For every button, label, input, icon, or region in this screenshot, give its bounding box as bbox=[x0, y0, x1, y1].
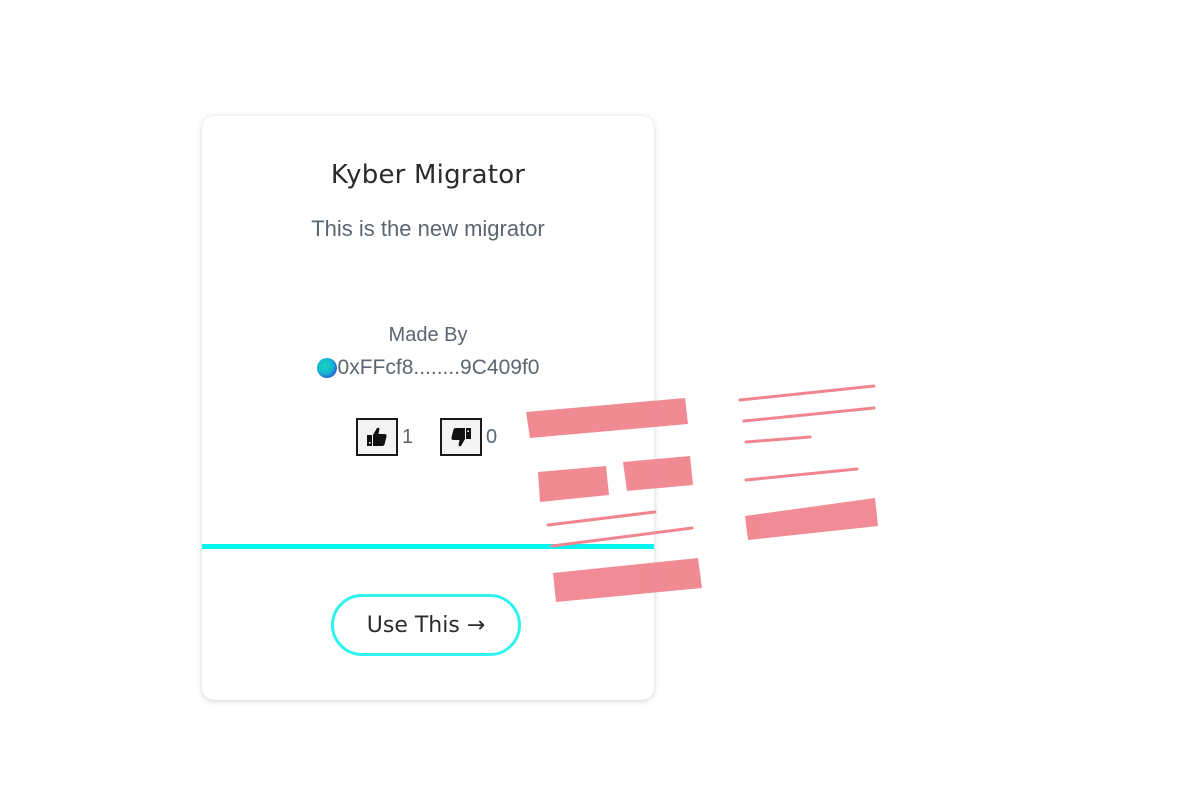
redaction-mark bbox=[745, 498, 878, 540]
card-description: This is the new migrator bbox=[311, 216, 545, 241]
avatar-icon bbox=[316, 358, 337, 378]
author-address[interactable]: 0xFFcf8........9C409f0 bbox=[338, 356, 540, 380]
thumbs-up-icon bbox=[367, 427, 387, 446]
redaction-line bbox=[744, 435, 812, 444]
thumbs-down-icon bbox=[451, 428, 471, 447]
upvote-count: 1 bbox=[402, 425, 414, 448]
upvote-button[interactable] bbox=[356, 418, 398, 456]
downvote-group: 0 bbox=[440, 418, 500, 456]
downvote-button[interactable] bbox=[440, 418, 482, 456]
use-this-button[interactable]: Use This → bbox=[331, 594, 521, 656]
redaction-line bbox=[738, 384, 876, 402]
card-title: Kyber Migrator bbox=[330, 160, 526, 190]
author-address-row[interactable]: 0xFFcf8........9C409f0 bbox=[202, 356, 654, 380]
redaction-line bbox=[742, 406, 876, 423]
card-divider bbox=[202, 544, 654, 549]
made-by-label: Made By bbox=[388, 324, 468, 346]
app-card: Kyber Migrator This is the new migrator … bbox=[202, 116, 654, 700]
downvote-count: 0 bbox=[486, 425, 498, 448]
vote-controls: 1 0 bbox=[202, 418, 654, 456]
redaction-line bbox=[744, 467, 859, 482]
upvote-group: 1 bbox=[356, 418, 416, 456]
